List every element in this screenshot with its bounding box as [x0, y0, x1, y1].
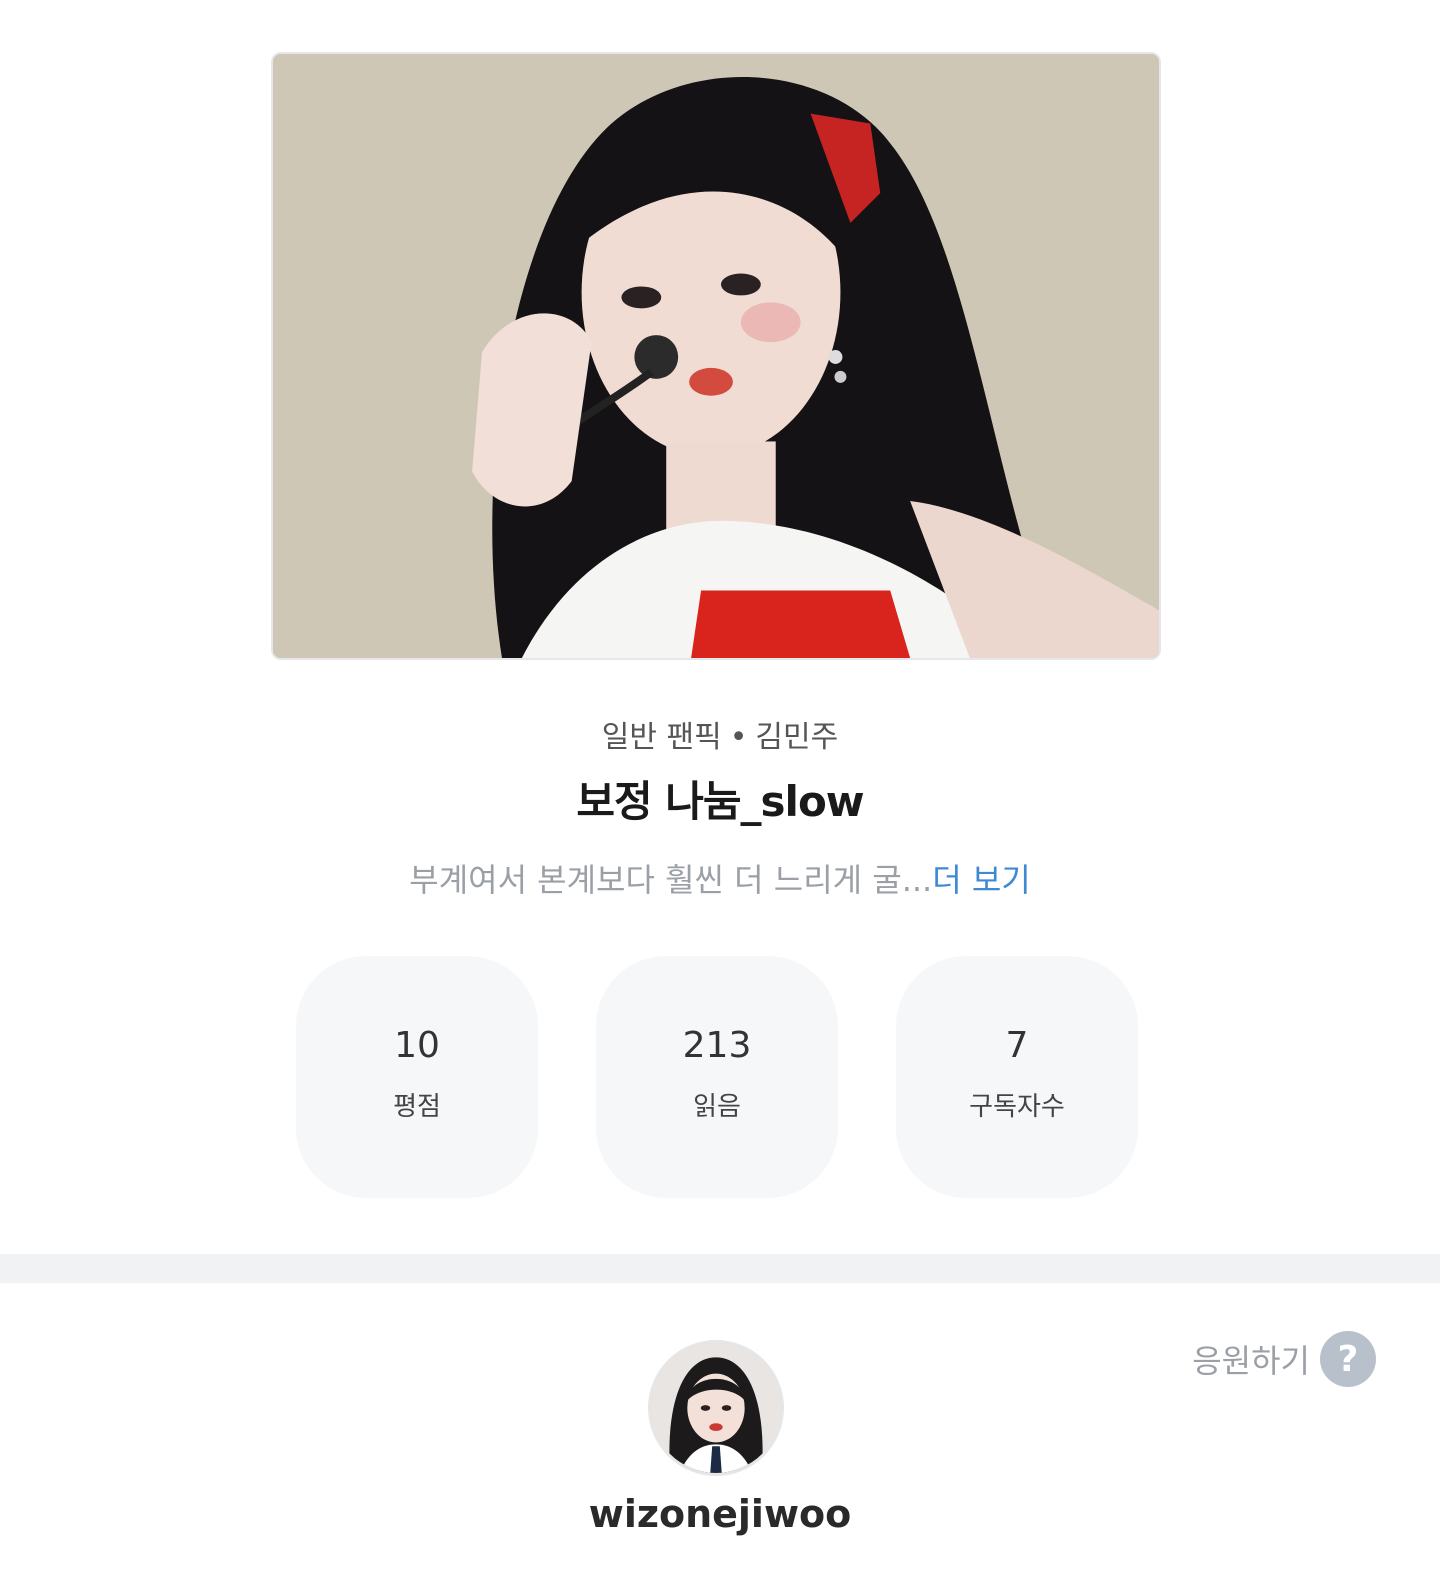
- more-link[interactable]: 더 보기: [932, 861, 1031, 899]
- avatar-illustration: [651, 1343, 781, 1473]
- work-description: 부계여서 본계보다 훨씬 더 느리게 굴...더 보기: [0, 855, 1440, 901]
- stat-value: 213: [682, 1025, 752, 1066]
- author-avatar[interactable]: [648, 1340, 784, 1476]
- work-title: 보정 나눔_slow: [576, 777, 864, 826]
- stat-subscribers: 7 구독자수: [896, 956, 1138, 1198]
- section-divider: [0, 1254, 1440, 1283]
- work-meta: 일반 팬픽 • 김민주: [0, 712, 1440, 756]
- stat-label: 읽음: [693, 1092, 741, 1122]
- stat-value: 7: [1005, 1025, 1029, 1066]
- meta-separator: •: [729, 720, 748, 755]
- stat-label: 구독자수: [969, 1092, 1065, 1122]
- cheer-button[interactable]: 응원하기 ?: [1192, 1331, 1376, 1387]
- stats-row: 10 평점 213 읽음 7 구독자수: [296, 956, 1138, 1198]
- stat-rating: 10 평점: [296, 956, 538, 1198]
- work-detail-page: 일반 팬픽 • 김민주 보정 나눔_slow 부계여서 본계보다 훨씬 더 느리게 …: [0, 0, 1440, 1578]
- genre-label[interactable]: 일반 팬픽: [602, 720, 722, 755]
- cheer-label: 응원하기: [1192, 1342, 1310, 1380]
- cover-illustration: [273, 54, 1159, 658]
- stat-value: 10: [394, 1025, 440, 1066]
- character-label[interactable]: 김민주: [755, 720, 838, 755]
- author-username[interactable]: wizonejiwoo: [0, 1492, 1440, 1536]
- cover-image: [271, 52, 1161, 660]
- description-text: 부계여서 본계보다 훨씬 더 느리게 굴...: [409, 861, 933, 899]
- help-icon[interactable]: ?: [1320, 1331, 1376, 1387]
- stat-reads: 213 읽음: [596, 956, 838, 1198]
- stat-label: 평점: [393, 1092, 441, 1122]
